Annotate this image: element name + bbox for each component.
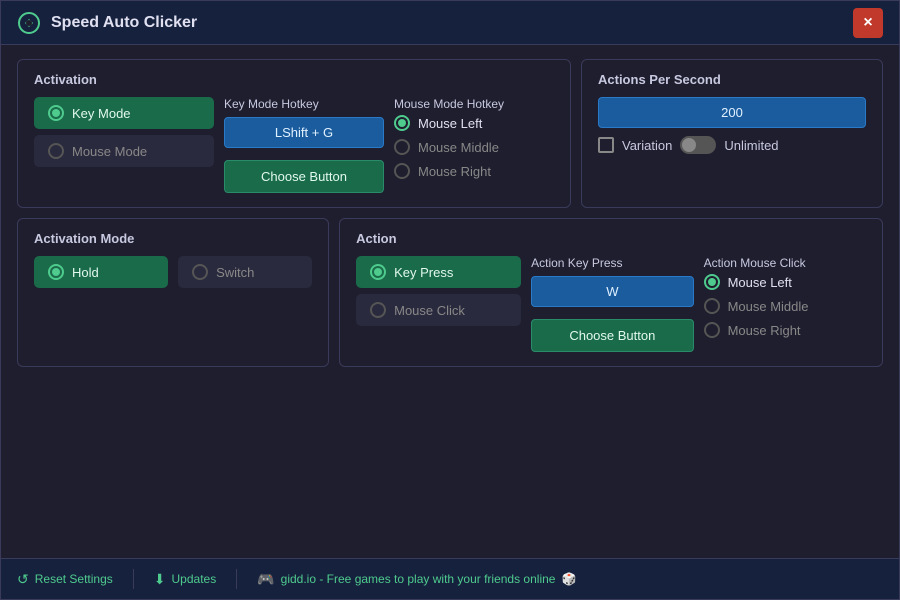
action-content: Key Press Mouse Click Action Key Press W… xyxy=(356,256,866,352)
activation-mode-section: Activation Mode Hold Switch xyxy=(17,218,329,367)
hold-button[interactable]: Hold xyxy=(34,256,168,288)
title-left: Speed Auto Clicker xyxy=(17,11,197,35)
action-mouse-middle-option[interactable]: Mouse Middle xyxy=(704,294,866,318)
updates-link[interactable]: ⬇ Updates xyxy=(154,571,216,588)
updates-icon: ⬇ xyxy=(154,571,166,588)
unlimited-toggle[interactable] xyxy=(680,136,716,154)
mouse-right-radio xyxy=(394,163,410,179)
action-mouse-middle-radio xyxy=(704,298,720,314)
variation-checkbox[interactable] xyxy=(598,137,614,153)
key-mode-choose-button[interactable]: Choose Button xyxy=(224,160,384,193)
action-key-press-label: Action Key Press xyxy=(531,256,693,270)
title-bar: Speed Auto Clicker × xyxy=(1,1,899,45)
gidd-dice-icon: 🎲 xyxy=(561,572,576,586)
mouse-left-label: Mouse Left xyxy=(418,116,482,131)
mouse-right-label: Mouse Right xyxy=(418,164,491,179)
mouse-middle-label: Mouse Middle xyxy=(418,140,499,155)
key-press-label: Key Press xyxy=(394,265,453,280)
activation-mode-content: Hold Switch xyxy=(34,256,312,288)
mouse-click-button[interactable]: Mouse Click xyxy=(356,294,521,326)
gidd-link[interactable]: 🎮 gidd.io - Free games to play with your… xyxy=(257,571,576,588)
mouse-hotkey-section: Mouse Mode Hotkey Mouse Left Mouse Middl… xyxy=(394,97,554,193)
reset-icon: ↺ xyxy=(17,571,29,588)
hold-label: Hold xyxy=(72,265,99,280)
footer-divider-2 xyxy=(236,569,237,589)
activation-content: Key Mode Mouse Mode Key Mode Hotkey LShi… xyxy=(34,97,554,193)
switch-label: Switch xyxy=(216,265,254,280)
action-mouse-label: Action Mouse Click xyxy=(704,256,866,270)
action-mouse-section: Action Mouse Click Mouse Left Mouse Midd… xyxy=(704,256,866,352)
action-mouse-left-option[interactable]: Mouse Left xyxy=(704,270,866,294)
hotkey-input[interactable]: LShift + G xyxy=(224,117,384,148)
main-window: Speed Auto Clicker × Activation Key Mode xyxy=(0,0,900,600)
action-mouse-right-label: Mouse Right xyxy=(728,323,801,338)
action-section: Action Key Press Mouse Click xyxy=(339,218,883,367)
key-press-button[interactable]: Key Press xyxy=(356,256,521,288)
action-mouse-left-label: Mouse Left xyxy=(728,275,792,290)
action-mouse-right-option[interactable]: Mouse Right xyxy=(704,318,866,342)
mouse-mode-button[interactable]: Mouse Mode xyxy=(34,135,214,167)
mouse-left-radio xyxy=(394,115,410,131)
mouse-right-option[interactable]: Mouse Right xyxy=(394,159,554,183)
action-key-press-section: Action Key Press W Choose Button xyxy=(531,256,693,352)
action-left: Key Press Mouse Click xyxy=(356,256,521,352)
action-mouse-right-radio xyxy=(704,322,720,338)
action-mouse-middle-label: Mouse Middle xyxy=(728,299,809,314)
activation-left: Key Mode Mouse Mode xyxy=(34,97,214,193)
action-mouse-left-radio xyxy=(704,274,720,290)
key-mode-radio xyxy=(48,105,64,121)
gidd-icon: 🎮 xyxy=(257,571,274,588)
app-icon xyxy=(17,11,41,35)
key-press-radio xyxy=(370,264,386,280)
key-mode-label: Key Mode xyxy=(72,106,131,121)
mouse-left-option[interactable]: Mouse Left xyxy=(394,111,554,135)
close-button[interactable]: × xyxy=(853,8,883,38)
aps-content: 200 Variation Unlimited xyxy=(598,97,866,154)
action-key-input[interactable]: W xyxy=(531,276,693,307)
switch-radio xyxy=(192,264,208,280)
aps-section: Actions Per Second 200 Variation Unlimit… xyxy=(581,59,883,208)
hotkey-section: Key Mode Hotkey LShift + G Choose Button xyxy=(224,97,384,193)
action-choose-button[interactable]: Choose Button xyxy=(531,319,693,352)
bottom-row: Activation Mode Hold Switch Action xyxy=(17,218,883,367)
activation-mode-title: Activation Mode xyxy=(34,231,312,246)
reset-settings-link[interactable]: ↺ Reset Settings xyxy=(17,571,113,588)
reset-label: Reset Settings xyxy=(35,572,113,586)
mouse-click-label: Mouse Click xyxy=(394,303,465,318)
activation-title: Activation xyxy=(34,72,554,87)
mouse-middle-radio xyxy=(394,139,410,155)
top-row: Activation Key Mode Mouse Mode xyxy=(17,59,883,208)
aps-title: Actions Per Second xyxy=(598,72,866,87)
gidd-label: gidd.io - Free games to play with your f… xyxy=(281,572,556,586)
variation-label: Variation xyxy=(622,138,672,153)
hold-radio xyxy=(48,264,64,280)
variation-row: Variation Unlimited xyxy=(598,136,866,154)
action-title: Action xyxy=(356,231,866,246)
mouse-hotkey-label: Mouse Mode Hotkey xyxy=(394,97,554,111)
content-area: Activation Key Mode Mouse Mode xyxy=(1,45,899,558)
mouse-mode-label: Mouse Mode xyxy=(72,144,147,159)
hotkey-label: Key Mode Hotkey xyxy=(224,97,384,111)
mouse-mode-radio xyxy=(48,143,64,159)
unlimited-label: Unlimited xyxy=(724,138,778,153)
mouse-click-radio xyxy=(370,302,386,318)
updates-label: Updates xyxy=(172,572,217,586)
switch-button[interactable]: Switch xyxy=(178,256,312,288)
activation-section: Activation Key Mode Mouse Mode xyxy=(17,59,571,208)
footer-divider-1 xyxy=(133,569,134,589)
aps-input[interactable]: 200 xyxy=(598,97,866,128)
mouse-middle-option[interactable]: Mouse Middle xyxy=(394,135,554,159)
key-mode-button[interactable]: Key Mode xyxy=(34,97,214,129)
bottom-bar: ↺ Reset Settings ⬇ Updates 🎮 gidd.io - F… xyxy=(1,558,899,599)
window-title: Speed Auto Clicker xyxy=(51,14,197,32)
